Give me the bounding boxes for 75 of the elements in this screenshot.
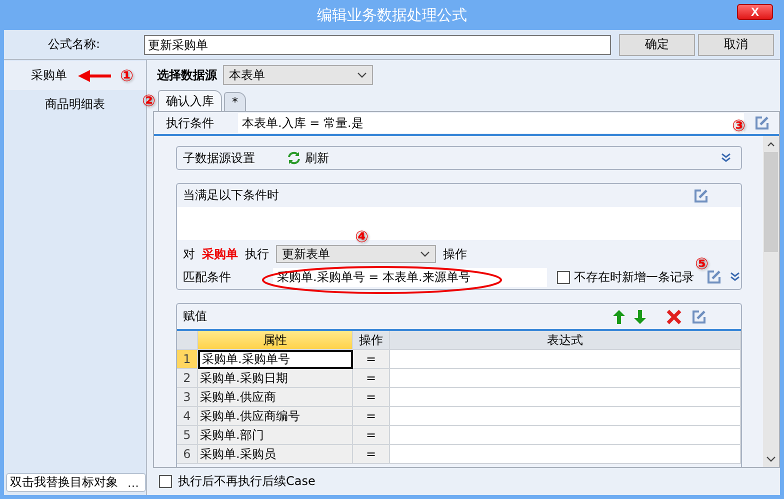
op-label: 操作: [443, 246, 467, 262]
condition-label: 执行条件: [165, 114, 215, 132]
table-cell[interactable]: [390, 350, 741, 369]
row-number: 1: [177, 350, 198, 369]
formula-name-field[interactable]: 更新采购单: [144, 34, 611, 54]
column-header[interactable]: 属性: [198, 331, 353, 350]
target-prefix: 对: [183, 246, 195, 262]
column-header[interactable]: 操作: [353, 331, 390, 350]
table-cell[interactable]: 采购单.采购员: [198, 445, 353, 464]
table-cell: =: [353, 350, 390, 369]
edit-icon[interactable]: [691, 308, 707, 324]
table-cell[interactable]: 采购单.供应商编号: [198, 407, 353, 426]
down-arrow-icon[interactable]: [634, 310, 646, 324]
table-cell[interactable]: [390, 445, 741, 464]
assign-title: 赋值: [183, 308, 208, 325]
table-cell: =: [353, 388, 390, 407]
table-cell[interactable]: 采购单.采购日期: [198, 369, 353, 388]
row-number: 6: [177, 445, 198, 464]
replace-target-field[interactable]: 双击我替换目标对象 ...: [6, 473, 146, 492]
scrollbar[interactable]: [763, 136, 779, 467]
expand-icon[interactable]: [730, 272, 740, 282]
annotation-number: ⑤: [695, 256, 709, 272]
insert-label: 不存在时新增一条记录: [574, 268, 694, 286]
checkbox[interactable]: [557, 270, 570, 284]
edit-icon[interactable]: [706, 269, 722, 285]
match-label: 匹配条件: [183, 268, 232, 286]
tab[interactable]: 确认入库: [158, 90, 222, 111]
edit-icon[interactable]: [693, 188, 709, 204]
condition-heading: 当满足以下条件时: [183, 187, 279, 204]
table-cell[interactable]: 采购单.部门: [198, 426, 353, 445]
table-cell[interactable]: [390, 407, 741, 426]
edit-icon[interactable]: [754, 115, 770, 131]
table-cell[interactable]: [390, 369, 741, 388]
pointer-arrow: [78, 70, 111, 82]
table-cell: =: [353, 445, 390, 464]
row-number: 5: [177, 426, 198, 445]
table-cell[interactable]: [390, 426, 741, 445]
table-cell: =: [353, 407, 390, 426]
close-button[interactable]: X: [737, 4, 773, 20]
exec-label: 执行: [245, 246, 269, 262]
annotation-number: ③: [732, 118, 746, 134]
refresh-link[interactable]: 刷新: [305, 150, 329, 166]
tab[interactable]: *: [224, 92, 246, 111]
window-title: 编辑业务数据处理公式: [317, 6, 467, 24]
scroll-thumb[interactable]: [764, 152, 778, 252]
table-cell[interactable]: [390, 388, 741, 407]
table-cell[interactable]: 采购单.供应商: [198, 388, 353, 407]
dialog-button[interactable]: 取消: [698, 34, 774, 56]
row-number: 3: [177, 388, 198, 407]
caret-icon: [420, 251, 430, 257]
sub-source-label: 子数据源设置: [183, 150, 255, 166]
table-corner-cell: [177, 331, 198, 350]
row-number: 2: [177, 369, 198, 388]
table-cell[interactable]: 采购单.采购单号: [198, 350, 353, 369]
delete-icon[interactable]: [666, 308, 682, 324]
checkbox[interactable]: [159, 475, 172, 488]
datasource-select[interactable]: 本表单: [223, 65, 373, 85]
caret-icon: [357, 72, 367, 78]
table-cell: =: [353, 426, 390, 445]
formula-label: 公式名称:: [46, 36, 102, 53]
up-arrow-icon[interactable]: [613, 310, 625, 324]
refresh-icon[interactable]: [287, 151, 301, 165]
stop-after-label: 执行后不再执行后续Case: [178, 473, 316, 490]
table-cell: =: [353, 369, 390, 388]
action-select[interactable]: 更新表单: [276, 245, 436, 263]
annotation-number: ②: [142, 93, 156, 109]
row-number: 4: [177, 407, 198, 426]
browse-button[interactable]: ...: [128, 476, 145, 490]
datasource-label: 选择数据源: [157, 66, 217, 84]
expand-icon[interactable]: [721, 153, 731, 163]
column-header[interactable]: 表达式: [390, 331, 741, 350]
target-name: 采购单: [202, 246, 238, 262]
dialog-button[interactable]: 确定: [619, 34, 695, 56]
annotation-number: ①: [120, 68, 134, 84]
annotation-number: ④: [355, 229, 369, 245]
